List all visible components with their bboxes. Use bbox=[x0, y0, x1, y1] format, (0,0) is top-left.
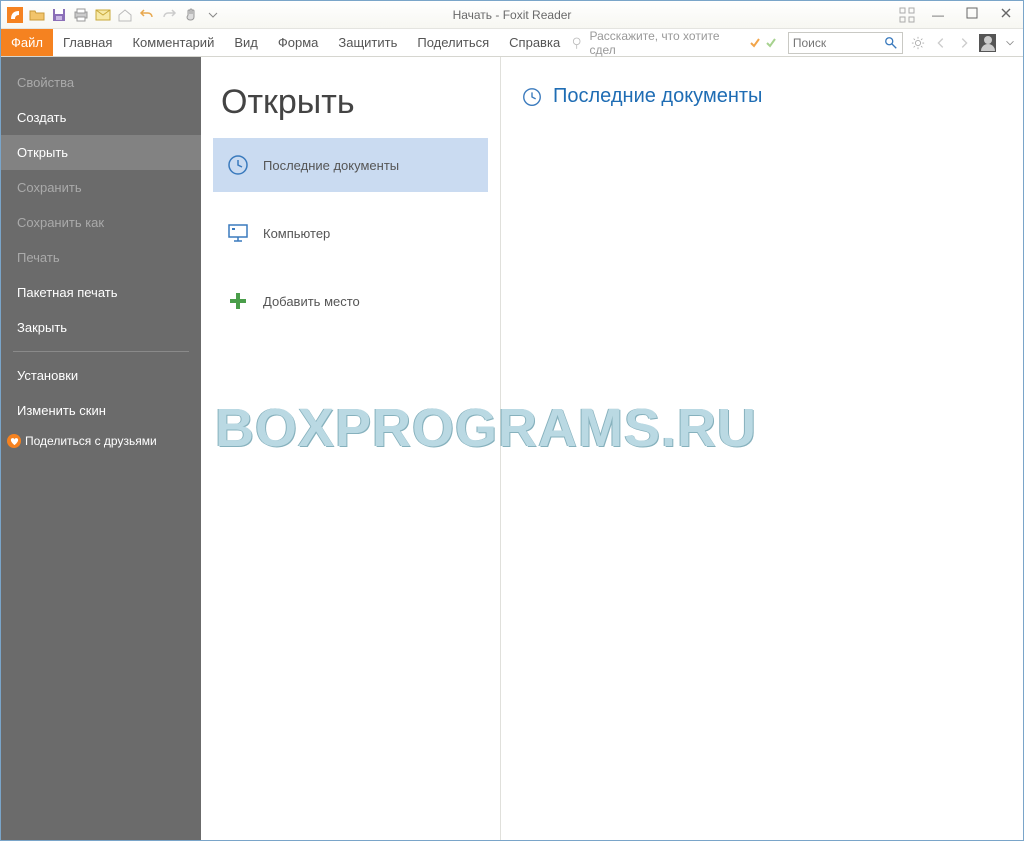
open-detail-column: Последние документы bbox=[501, 57, 1023, 840]
window-controls: ― bbox=[897, 5, 1019, 25]
source-recent[interactable]: Последние документы bbox=[213, 138, 488, 192]
open-sources-column: Открыть Последние документы Компьютер До… bbox=[201, 57, 501, 840]
sidebar-item-saveas[interactable]: Сохранить как bbox=[1, 205, 201, 240]
body: Свойства Создать Открыть Сохранить Сохра… bbox=[1, 57, 1023, 840]
home-icon[interactable] bbox=[115, 5, 135, 25]
print-icon[interactable] bbox=[71, 5, 91, 25]
recent-panel-title: Последние документы bbox=[553, 85, 762, 108]
sidebar-item-installs[interactable]: Установки bbox=[1, 358, 201, 393]
tab-help[interactable]: Справка bbox=[499, 29, 570, 56]
close-button[interactable] bbox=[993, 7, 1019, 22]
tab-form[interactable]: Форма bbox=[268, 29, 329, 56]
quick-access-toolbar bbox=[5, 5, 223, 25]
tab-protect[interactable]: Защитить bbox=[328, 29, 407, 56]
source-computer[interactable]: Компьютер bbox=[213, 206, 488, 260]
sidebar-item-print[interactable]: Печать bbox=[1, 240, 201, 275]
clock-icon bbox=[521, 86, 543, 108]
source-recent-label: Последние документы bbox=[263, 158, 399, 173]
nav-next-icon[interactable] bbox=[955, 34, 972, 52]
search-box[interactable] bbox=[788, 32, 903, 54]
sidebar-item-share-friends[interactable]: Поделиться с друзьями bbox=[1, 428, 201, 454]
sidebar-item-save[interactable]: Сохранить bbox=[1, 170, 201, 205]
tab-file[interactable]: Файл bbox=[1, 29, 53, 56]
tab-comment[interactable]: Комментарий bbox=[122, 29, 224, 56]
source-addplace-label: Добавить место bbox=[263, 294, 360, 309]
app-logo-icon[interactable] bbox=[5, 5, 25, 25]
tell-me[interactable]: Расскажите, что хотите сдел bbox=[570, 29, 742, 57]
save-icon[interactable] bbox=[49, 5, 69, 25]
clock-icon bbox=[225, 152, 251, 178]
tab-home[interactable]: Главная bbox=[53, 29, 122, 56]
title-bar: Начать - Foxit Reader ― bbox=[1, 1, 1023, 29]
ribbon-right: Расскажите, что хотите сдел bbox=[570, 29, 1023, 56]
gear-icon[interactable] bbox=[909, 34, 926, 52]
sidebar-item-create[interactable]: Создать bbox=[1, 100, 201, 135]
minimize-button[interactable]: ― bbox=[925, 8, 951, 22]
check-green-icon[interactable] bbox=[764, 34, 778, 52]
check-orange-icon[interactable] bbox=[748, 34, 762, 52]
source-addplace[interactable]: Добавить место bbox=[213, 274, 488, 328]
email-icon[interactable] bbox=[93, 5, 113, 25]
share-friends-label: Поделиться с друзьями bbox=[25, 434, 157, 448]
tab-view[interactable]: Вид bbox=[224, 29, 268, 56]
ribbon-mode-icon[interactable] bbox=[897, 5, 917, 25]
sidebar-item-skin[interactable]: Изменить скин bbox=[1, 393, 201, 428]
nav-prev-icon[interactable] bbox=[932, 34, 949, 52]
app-window: Начать - Foxit Reader ― Файл Главная Ком… bbox=[0, 0, 1024, 841]
redo-icon[interactable] bbox=[159, 5, 179, 25]
sidebar-divider bbox=[13, 351, 189, 352]
search-input[interactable] bbox=[793, 36, 884, 50]
sidebar-item-close[interactable]: Закрыть bbox=[1, 310, 201, 345]
open-source-list: Последние документы Компьютер Добавить м… bbox=[201, 138, 500, 328]
main-area: Открыть Последние документы Компьютер До… bbox=[201, 57, 1023, 840]
ribbon-tabs: Файл Главная Комментарий Вид Форма Защит… bbox=[1, 29, 1023, 57]
recent-panel-header: Последние документы bbox=[521, 85, 1003, 108]
checkmarks bbox=[748, 34, 778, 52]
plus-icon bbox=[225, 288, 251, 314]
open-title: Открыть bbox=[201, 77, 500, 138]
maximize-button[interactable] bbox=[959, 7, 985, 22]
undo-icon[interactable] bbox=[137, 5, 157, 25]
open-icon[interactable] bbox=[27, 5, 47, 25]
tab-share[interactable]: Поделиться bbox=[407, 29, 499, 56]
heart-icon bbox=[7, 434, 21, 448]
search-icon[interactable] bbox=[884, 36, 898, 50]
sidebar-item-properties[interactable]: Свойства bbox=[1, 65, 201, 100]
source-computer-label: Компьютер bbox=[263, 226, 330, 241]
sidebar-item-open[interactable]: Открыть bbox=[1, 135, 201, 170]
sidebar-item-batchprint[interactable]: Пакетная печать bbox=[1, 275, 201, 310]
user-avatar[interactable] bbox=[979, 34, 996, 52]
computer-icon bbox=[225, 220, 251, 246]
file-sidebar: Свойства Создать Открыть Сохранить Сохра… bbox=[1, 57, 201, 840]
hand-tool-icon[interactable] bbox=[181, 5, 201, 25]
qat-dropdown-icon[interactable] bbox=[203, 5, 223, 25]
user-dropdown-icon[interactable] bbox=[1002, 34, 1019, 52]
tell-me-placeholder: Расскажите, что хотите сдел bbox=[590, 29, 742, 57]
